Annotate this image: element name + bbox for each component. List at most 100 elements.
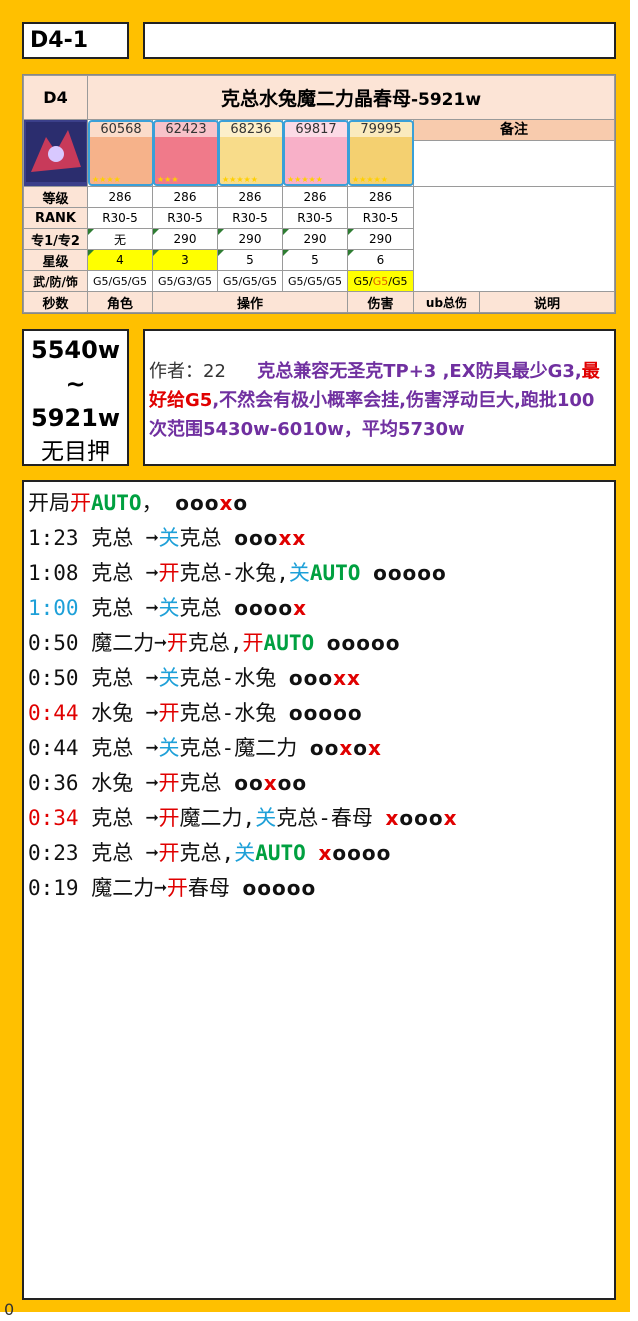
star-cell: 4: [87, 249, 153, 271]
op-action: 克总-水兔: [179, 701, 277, 725]
op-role: 水兔: [91, 771, 134, 795]
author-label: 作者：22: [149, 361, 226, 382]
ub-pattern: oooox: [234, 596, 307, 620]
op-action: 关: [158, 526, 180, 550]
op-action: 开: [158, 701, 180, 725]
ub-mark: oooo: [332, 841, 392, 865]
op-action: 关: [288, 561, 310, 585]
equip-cell: G5/G3/G5: [152, 270, 218, 292]
arrow-icon: ➞: [154, 631, 167, 655]
op-time: 0:50: [28, 666, 79, 690]
op-role: 克总: [91, 596, 134, 620]
star-cell: 5: [282, 249, 348, 271]
arrow-icon: ➞: [145, 561, 159, 585]
ub-mark: o: [353, 736, 368, 760]
op-role: 水兔: [91, 701, 134, 725]
op-action: 克总-水兔: [179, 666, 277, 690]
rank-cell: R30-5: [217, 207, 283, 229]
ub-pattern: ooxox: [310, 736, 382, 760]
ub-mark: x: [318, 841, 333, 865]
ub-mark: x: [263, 771, 278, 795]
equip-cell: G5/G5/G5: [282, 270, 348, 292]
operation-row: 0:44 水兔 ➞开克总-水兔 ooooo: [28, 696, 614, 731]
op-role: 克总: [91, 526, 134, 550]
op-time: 0:19: [28, 876, 79, 900]
title-field[interactable]: [143, 22, 616, 59]
op-action: 克总: [179, 596, 222, 620]
op-action: 克总-水兔,: [179, 561, 289, 585]
col-label-role: 角色: [87, 291, 153, 313]
ub-mark: x: [368, 736, 382, 760]
ub-mark: o: [233, 491, 249, 515]
char-slot-2: 62423 ★★★: [152, 119, 219, 187]
col-label-ub-total: ub总伤: [413, 291, 480, 313]
op-role: 克总: [91, 561, 134, 585]
ub-mark: ooooo: [242, 876, 317, 900]
ue-cell: 290: [217, 228, 283, 250]
ub-mark: ooooo: [373, 561, 447, 585]
operation-row: 0:34 克总 ➞开魔二力,关克总-春母 xooox: [28, 801, 614, 836]
op-action: 克总,: [187, 631, 243, 655]
level-cell: 286: [282, 186, 348, 208]
op-time: 0:34: [28, 806, 79, 830]
remarks-label: 备注: [414, 120, 614, 141]
ub-mark: ooooo: [326, 631, 401, 655]
row-label-star: 星级: [23, 249, 88, 271]
team-table: D4 克总水兔魔二力晶春母-5921w 60568 ★★★★ 62423 ★★★ 6…: [22, 74, 616, 314]
char-slot-4: 69817 ★★★★★: [282, 119, 349, 187]
op-action: 开: [166, 876, 188, 900]
ue-cell: 290: [347, 228, 414, 250]
op-time: 0:44: [28, 736, 79, 760]
remarks-body: [413, 186, 615, 292]
ub-mark: oo: [309, 736, 340, 760]
op-action: 开: [70, 491, 91, 515]
ue-cell: 无: [87, 228, 153, 250]
remarks-cell: 备注: [413, 119, 615, 187]
op-action: 开: [166, 631, 188, 655]
ub-pattern: ooooo: [373, 561, 447, 585]
star-cell: 6: [347, 249, 414, 271]
arrow-icon: ➞: [154, 876, 167, 900]
op-action: 开: [158, 841, 180, 865]
op-role: 克总: [91, 736, 134, 760]
ub-mark: ooooo: [288, 701, 363, 725]
operation-row: 1:23 克总 ➞关克总 oooxx: [28, 521, 614, 556]
range-tilde: ~: [65, 370, 86, 398]
col-label-action: 操作: [152, 291, 348, 313]
ub-mark: oooo: [234, 596, 294, 620]
ub-mark: x: [443, 806, 458, 830]
rank-cell: R30-5: [282, 207, 348, 229]
operations-list: 开局开AUTO， oooxo 1:23 克总 ➞关克总 oooxx 1:08 克总 …: [22, 480, 616, 1300]
char-slot-3: 68236 ★★★★★: [217, 119, 284, 187]
op-action: 开: [158, 561, 180, 585]
equip-cell: G5/G5/G5: [347, 270, 414, 292]
level-cell: 286: [87, 186, 153, 208]
row-label-rank: RANK: [23, 207, 88, 229]
boss-icon: [25, 121, 86, 182]
op-action: AUTO: [91, 491, 142, 515]
arrow-icon: ➞: [145, 596, 159, 620]
ub-mark: oo: [277, 771, 308, 795]
arrow-icon: ➞: [145, 666, 159, 690]
operation-row: 0:44 克总 ➞关克总-魔二力 ooxox: [28, 731, 614, 766]
arrow-icon: ➞: [145, 701, 159, 725]
ub-pattern: xoooo: [318, 841, 391, 865]
ub-mark: x: [339, 736, 354, 760]
op-time: 1:08: [28, 561, 79, 585]
ub-pattern: ooooo: [289, 701, 363, 725]
ub-pattern: ooooo: [243, 876, 317, 900]
rank-cell: R30-5: [87, 207, 153, 229]
op-role: 克总: [91, 666, 134, 690]
op-role: 克总: [91, 806, 134, 830]
ub-pattern: oooxx: [234, 526, 306, 550]
op-role: 魔二力: [91, 631, 155, 655]
operation-row: 0:19 魔二力➞开春母 ooooo: [28, 871, 614, 906]
op-time: 1:23: [28, 526, 79, 550]
op-time: 0:36: [28, 771, 79, 795]
op-action: AUTO: [255, 841, 306, 865]
arrow-icon: ➞: [145, 841, 159, 865]
author-note: 作者：22 克总兼容无圣克TP+3 ,EX防具最少G3,最好给G5,不然会有极小…: [143, 329, 616, 466]
op-action: 克总,: [179, 841, 235, 865]
op-action: 春母: [187, 876, 230, 900]
op-action: 关: [158, 736, 180, 760]
